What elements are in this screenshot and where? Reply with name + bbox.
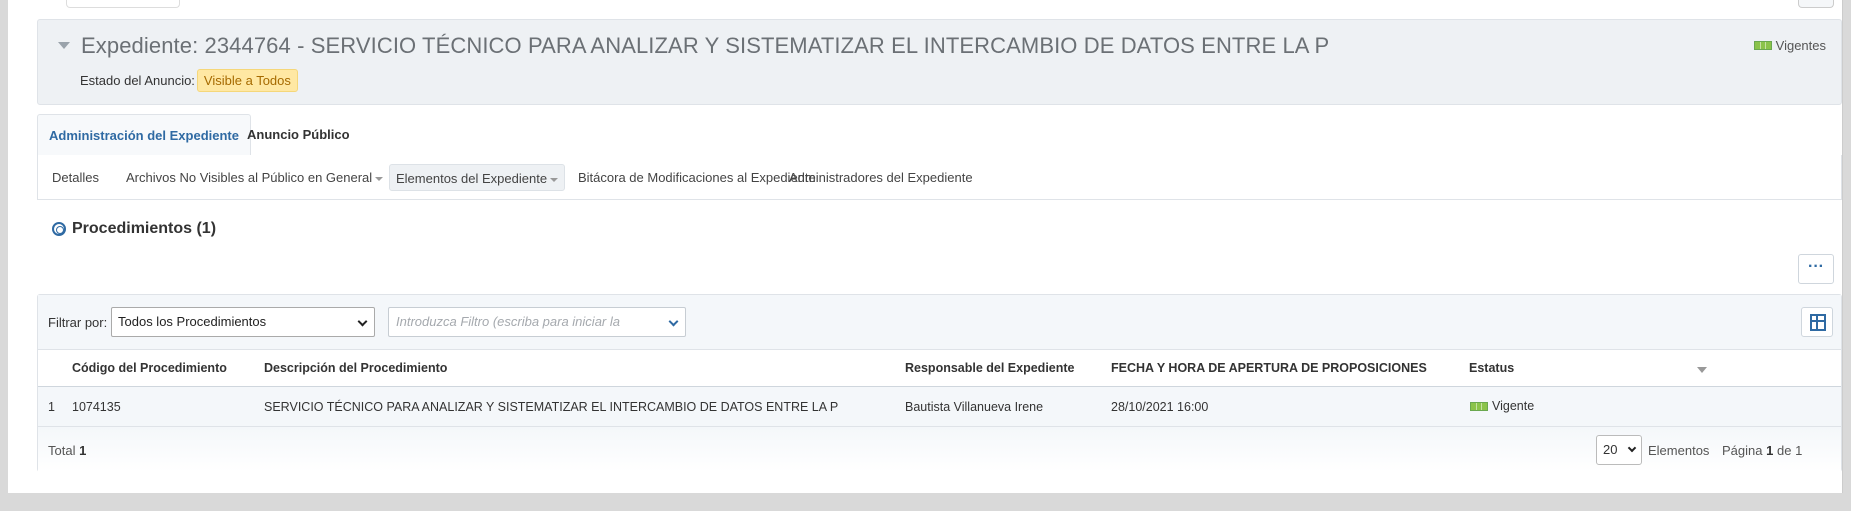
subnav-archivos[interactable]: Archivos No Visibles al Público en Gener… bbox=[120, 164, 389, 191]
dropdown-caret-icon bbox=[375, 176, 384, 181]
dropdown-caret-icon bbox=[550, 177, 559, 182]
subnav-elementos[interactable]: Elementos del Expediente bbox=[389, 164, 566, 191]
filter-select-value: Todos los Procedimientos bbox=[118, 314, 267, 329]
subnav-detalles[interactable]: Detalles bbox=[46, 164, 105, 191]
chevron-down-icon bbox=[668, 316, 679, 327]
column-header-codigo[interactable]: Código del Procedimiento bbox=[72, 361, 227, 375]
filter-select[interactable]: Todos los Procedimientos bbox=[111, 307, 375, 337]
pagination-info: Página 1 de 1 bbox=[1722, 443, 1802, 458]
filter-input[interactable]: Introduzca Filtro (escriba para iniciar … bbox=[388, 307, 686, 337]
subnav-bitacora-label: Bitácora de Modificaciones al Expediente bbox=[578, 170, 816, 185]
page-size-value: 20 bbox=[1603, 442, 1618, 457]
page-container: Expediente: 2344764 - SERVICIO TÉCNICO P… bbox=[8, 0, 1843, 493]
section-title: Procedimientos (1) bbox=[72, 220, 217, 237]
row-code: 1074135 bbox=[72, 400, 121, 414]
expediente-title: Expediente: 2344764 - SERVICIO TÉCNICO P… bbox=[81, 33, 1330, 58]
announcement-status: Estado del Anuncio: Visible a Todos bbox=[80, 69, 298, 92]
procedimientos-table-card: Filtrar por: Todos los Procedimientos In… bbox=[37, 294, 1842, 472]
subnav-detalles-label: Detalles bbox=[52, 170, 99, 185]
subnav-elementos-label: Elementos del Expediente bbox=[396, 171, 548, 186]
table-header: Código del Procedimiento Descripción del… bbox=[38, 350, 1841, 387]
column-header-descripcion[interactable]: Descripción del Procedimiento bbox=[264, 361, 447, 375]
column-header-responsable[interactable]: Responsable del Expediente bbox=[905, 361, 1075, 375]
row-index: 1 bbox=[48, 400, 55, 414]
page-current: 1 bbox=[1766, 443, 1774, 458]
page-total: 1 bbox=[1795, 443, 1803, 458]
column-settings-button[interactable] bbox=[1801, 307, 1833, 337]
expediente-header: Expediente: 2344764 - SERVICIO TÉCNICO P… bbox=[37, 19, 1842, 105]
top-toolbar bbox=[8, 0, 1842, 12]
row-description: SERVICIO TÉCNICO PARA ANALIZAR Y SISTEMA… bbox=[264, 400, 839, 414]
target-ring-icon bbox=[52, 222, 66, 236]
announcement-badge: Visible a Todos bbox=[196, 69, 298, 92]
main-tabs: Administración del Expediente Anuncio Pú… bbox=[37, 114, 1842, 156]
sort-desc-icon[interactable] bbox=[1697, 367, 1707, 373]
tab-anuncio-publico[interactable]: Anuncio Público bbox=[236, 114, 361, 156]
filter-bar: Filtrar por: Todos los Procedimientos In… bbox=[38, 295, 1841, 350]
column-header-estatus[interactable]: Estatus bbox=[1469, 361, 1514, 375]
chevron-down-icon bbox=[357, 316, 368, 327]
section-heading: Procedimientos (1) bbox=[52, 220, 216, 238]
expediente-status-label: Vigentes bbox=[1775, 38, 1826, 53]
more-options-button[interactable]: ··· bbox=[1798, 254, 1834, 284]
top-partial-tab[interactable] bbox=[66, 0, 180, 8]
page-label: Página bbox=[1722, 443, 1763, 458]
page-of: de bbox=[1776, 443, 1792, 458]
expediente-status: Vigentes bbox=[1753, 38, 1826, 53]
row-opening-date: 28/10/2021 16:00 bbox=[1111, 400, 1209, 414]
column-header-fecha-apertura[interactable]: FECHA Y HORA DE APERTURA DE PROPOSICIONE… bbox=[1111, 361, 1427, 375]
filter-label: Filtrar por: bbox=[48, 315, 108, 330]
table-footer: Total 1 20 Elementos Página 1 de 1 bbox=[38, 427, 1841, 472]
row-responsible: Bautista Villanueva Irene bbox=[905, 400, 1044, 414]
subnav-archivos-label: Archivos No Visibles al Público en Gener… bbox=[126, 170, 373, 185]
elements-label: Elementos bbox=[1648, 443, 1710, 458]
table-columns-icon bbox=[1810, 314, 1826, 331]
total-count: Total 1 bbox=[48, 443, 86, 458]
subnav-administradores-label: Administradores del Expediente bbox=[789, 170, 973, 185]
tab-administracion[interactable]: Administración del Expediente bbox=[37, 114, 251, 156]
battery-status-icon bbox=[1470, 401, 1488, 411]
row-status: Vigente bbox=[1470, 399, 1534, 413]
filter-input-placeholder: Introduzca Filtro (escriba para iniciar … bbox=[396, 314, 620, 329]
table-row[interactable]: 1 1074135 SERVICIO TÉCNICO PARA ANALIZAR… bbox=[38, 387, 1841, 427]
total-label: Total bbox=[48, 443, 76, 458]
subnav-administradores[interactable]: Administradores del Expediente bbox=[783, 164, 979, 191]
top-partial-button[interactable] bbox=[1798, 0, 1834, 8]
collapse-caret-icon[interactable] bbox=[58, 42, 70, 49]
sub-navigation: Detalles Archivos No Visibles al Público… bbox=[37, 155, 1842, 200]
total-value: 1 bbox=[79, 443, 87, 458]
announcement-label: Estado del Anuncio: bbox=[80, 73, 195, 88]
chevron-down-icon bbox=[1627, 443, 1637, 453]
row-status-label: Vigente bbox=[1492, 399, 1535, 413]
battery-status-icon bbox=[1753, 41, 1772, 50]
page-size-select[interactable]: 20 bbox=[1596, 435, 1642, 465]
